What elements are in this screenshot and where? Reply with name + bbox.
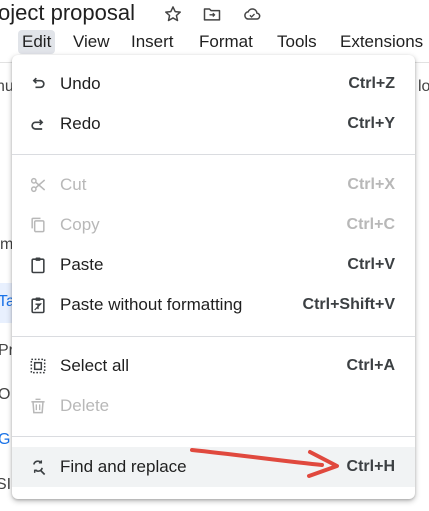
menu-item-select-all[interactable]: Select all Ctrl+A <box>12 346 415 386</box>
select-all-icon <box>28 356 48 376</box>
bg-outline-item-g: G <box>0 431 11 448</box>
menu-item-cut[interactable]: Cut Ctrl+X <box>12 165 415 205</box>
menu-format[interactable]: Format <box>195 30 257 54</box>
edit-menu-dropdown: Undo Ctrl+Z Redo Ctrl+Y Cut Ctrl+X Copy … <box>12 55 415 499</box>
menu-item-find-and-replace[interactable]: Find and replace Ctrl+H <box>12 447 415 487</box>
menu-item-undo[interactable]: Undo Ctrl+Z <box>12 64 415 104</box>
menu-item-delete[interactable]: Delete <box>12 386 415 426</box>
menu-item-copy[interactable]: Copy Ctrl+C <box>12 205 415 245</box>
menu-insert[interactable]: Insert <box>127 30 178 54</box>
bg-toolbar-fragment-right: lo <box>418 78 429 95</box>
menu-bar: Edit View Insert Format Tools Extensions <box>0 28 429 54</box>
copy-icon <box>28 215 48 235</box>
scissors-icon <box>28 175 48 195</box>
copy-label: Copy <box>60 215 100 234</box>
clipboard-plain-icon <box>28 295 48 315</box>
menu-extensions[interactable]: Extensions <box>336 30 427 54</box>
star-icon[interactable] <box>162 3 184 25</box>
paste-shortcut: Ctrl+V <box>347 256 395 273</box>
cloud-status-icon[interactable] <box>241 3 263 25</box>
paste-without-formatting-shortcut: Ctrl+Shift+V <box>302 296 395 313</box>
menu-divider <box>12 336 415 337</box>
delete-label: Delete <box>60 396 110 415</box>
menu-tools[interactable]: Tools <box>273 30 321 54</box>
find-and-replace-shortcut: Ctrl+H <box>346 458 395 475</box>
cut-label: Cut <box>60 175 87 194</box>
paste-without-formatting-label: Paste without formatting <box>60 295 243 314</box>
document-title[interactable]: oject proposal <box>0 0 135 26</box>
bg-outline-item-o: O <box>0 386 11 403</box>
find-replace-icon <box>28 457 48 477</box>
move-folder-icon[interactable] <box>201 3 223 25</box>
bg-outline-item-sl: SI <box>0 476 12 493</box>
undo-label: Undo <box>60 74 101 93</box>
menu-divider <box>12 154 415 155</box>
find-and-replace-label: Find and replace <box>60 457 187 476</box>
copy-shortcut: Ctrl+C <box>346 216 395 233</box>
undo-icon <box>28 74 48 94</box>
clipboard-icon <box>28 255 48 275</box>
trash-icon <box>28 396 48 416</box>
menu-edit[interactable]: Edit <box>18 30 56 54</box>
menu-item-redo[interactable]: Redo Ctrl+Y <box>12 104 415 144</box>
cut-shortcut: Ctrl+X <box>347 176 395 193</box>
redo-label: Redo <box>60 114 101 133</box>
title-bar: oject proposal <box>0 0 429 28</box>
menu-item-paste[interactable]: Paste Ctrl+V <box>12 245 415 285</box>
menu-item-paste-without-formatting[interactable]: Paste without formatting Ctrl+Shift+V <box>12 285 415 325</box>
menu-view[interactable]: View <box>69 30 114 54</box>
undo-shortcut: Ctrl+Z <box>348 75 395 92</box>
select-all-label: Select all <box>60 356 129 375</box>
paste-label: Paste <box>60 255 104 274</box>
redo-shortcut: Ctrl+Y <box>347 115 395 132</box>
menu-divider <box>12 436 415 437</box>
select-all-shortcut: Ctrl+A <box>346 357 395 374</box>
redo-icon <box>28 114 48 134</box>
